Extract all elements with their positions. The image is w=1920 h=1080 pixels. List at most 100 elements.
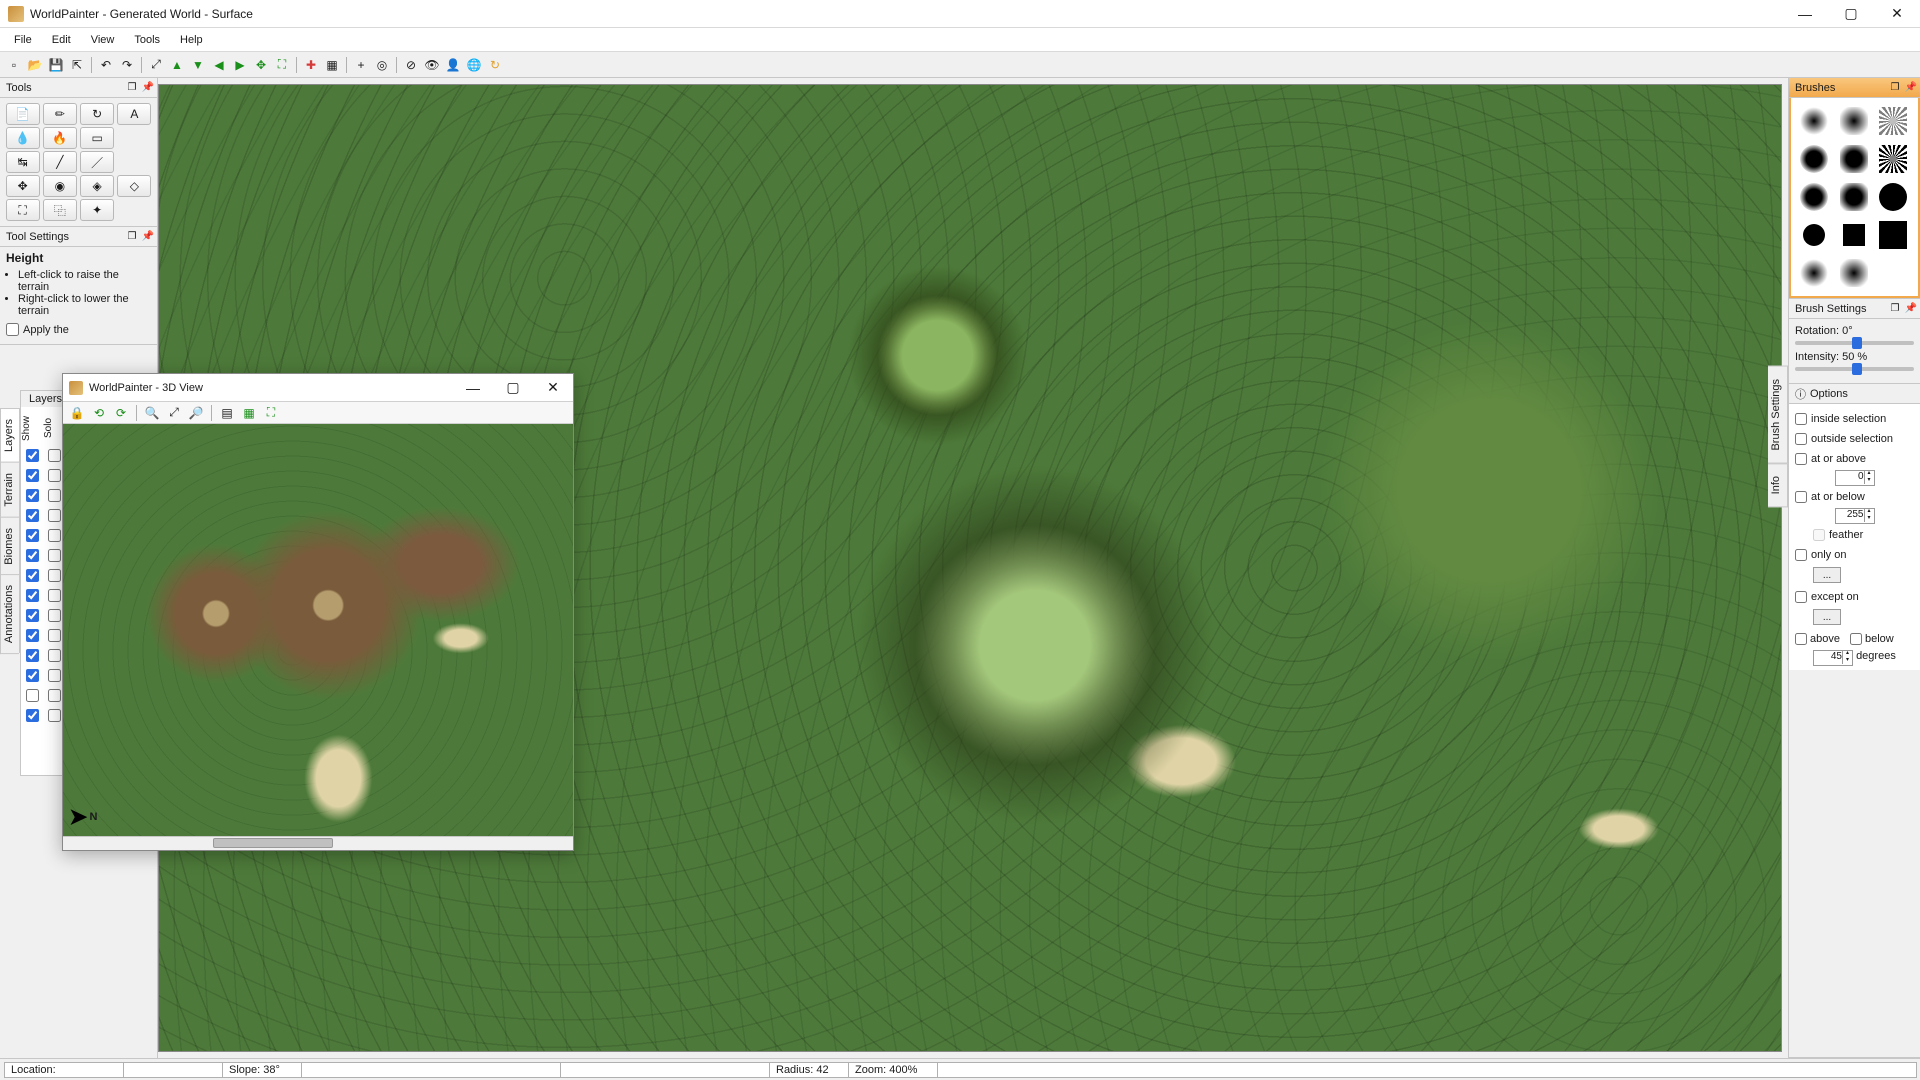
new-icon[interactable]: ▫	[4, 55, 24, 75]
opt-at-or-below[interactable]: at or below	[1795, 488, 1914, 506]
line2-tool[interactable]: ／	[80, 151, 114, 173]
layer-solo-checkbox[interactable]	[48, 489, 61, 502]
window-3d-view[interactable]: WorldPainter - 3D View — ▢ ✕ 🔒 ⟲ ⟳ 🔍 ⤢ 🔎…	[62, 373, 574, 851]
brush-noise-1[interactable]	[1876, 104, 1910, 138]
side-tab-layers[interactable]: Layers	[0, 408, 19, 463]
rotate-tool[interactable]: ↻	[80, 103, 114, 125]
layer-solo-checkbox[interactable]	[48, 589, 61, 602]
layer-show-checkbox[interactable]	[26, 609, 39, 622]
minimize-button[interactable]: —	[1782, 0, 1828, 27]
brush-large-square[interactable]	[1837, 256, 1871, 290]
side-tab-biomes[interactable]: Biomes	[0, 517, 19, 576]
intensity-slider[interactable]	[1795, 367, 1914, 371]
brush-hard-square[interactable]	[1837, 218, 1871, 252]
drop-tool[interactable]: 💧	[6, 127, 40, 149]
layer-solo-checkbox[interactable]	[48, 509, 61, 522]
menu-view[interactable]: View	[81, 31, 125, 49]
opt-below[interactable]: below	[1850, 633, 1894, 645]
zoom-out-icon[interactable]: 🔍	[142, 403, 162, 423]
brush-hard-square-2[interactable]	[1876, 218, 1910, 252]
pencil-tool[interactable]: ✏	[43, 103, 77, 125]
layer-show-checkbox[interactable]	[26, 669, 39, 682]
grid-icon[interactable]: ▦	[322, 55, 342, 75]
panel-restore-icon[interactable]: ❐	[1888, 80, 1902, 94]
arrow-down-icon[interactable]: ▼	[188, 55, 208, 75]
arrow-right-icon[interactable]: ▶	[230, 55, 250, 75]
panel-restore-icon[interactable]: ❐	[125, 229, 139, 243]
layer-solo-checkbox[interactable]	[48, 529, 61, 542]
canvas-3d[interactable]: ➤N	[63, 424, 573, 836]
side-tab-terrain[interactable]: Terrain	[0, 462, 19, 518]
brush-soft-square[interactable]	[1837, 104, 1871, 138]
layer-show-checkbox[interactable]	[26, 629, 39, 642]
globe-icon[interactable]: 🌐	[464, 55, 484, 75]
select-tool[interactable]: ⛶	[6, 199, 40, 221]
menu-help[interactable]: Help	[170, 31, 213, 49]
eye-off-icon[interactable]: ⊘	[401, 55, 421, 75]
grid-icon[interactable]: ▦	[239, 403, 259, 423]
move-tool[interactable]: ✥	[6, 175, 40, 197]
layer-show-checkbox[interactable]	[26, 689, 39, 702]
panel-pin-icon[interactable]: 📌	[1904, 80, 1918, 94]
layer-solo-checkbox[interactable]	[48, 609, 61, 622]
opt-degrees-input[interactable]: 45	[1813, 650, 1853, 666]
layer-show-checkbox[interactable]	[26, 469, 39, 482]
opt-inside-selection[interactable]: inside selection	[1795, 410, 1914, 428]
layer-show-checkbox[interactable]	[26, 649, 39, 662]
opt-at-above-input[interactable]: 0	[1835, 470, 1875, 486]
rect-tool[interactable]: ▭	[80, 127, 114, 149]
panel-restore-icon[interactable]: ❐	[1888, 301, 1902, 315]
layer-show-checkbox[interactable]	[26, 489, 39, 502]
opt-at-or-above[interactable]: at or above	[1795, 450, 1914, 468]
undo-icon[interactable]: ↶	[96, 55, 116, 75]
swap-tool[interactable]: ↹	[6, 151, 40, 173]
layer-solo-checkbox[interactable]	[48, 569, 61, 582]
layer-solo-checkbox[interactable]	[48, 469, 61, 482]
layer-solo-checkbox[interactable]	[48, 629, 61, 642]
brush-med-square[interactable]	[1837, 142, 1871, 176]
brush-med-square-2[interactable]	[1837, 180, 1871, 214]
layer-show-checkbox[interactable]	[26, 549, 39, 562]
maximize-button[interactable]: ▢	[493, 374, 533, 401]
maximize-button[interactable]: ▢	[1828, 0, 1874, 27]
open-icon[interactable]: 📂	[25, 55, 45, 75]
menu-edit[interactable]: Edit	[42, 31, 81, 49]
brush-hard-circle[interactable]	[1876, 180, 1910, 214]
scrollbar-horizontal[interactable]	[63, 836, 573, 850]
line-tool[interactable]: ╱	[43, 151, 77, 173]
layers-icon[interactable]: ▤	[217, 403, 237, 423]
brush-noise-2[interactable]	[1876, 142, 1910, 176]
rotation-slider[interactable]	[1795, 341, 1914, 345]
flame-tool[interactable]: 🔥	[43, 127, 77, 149]
side-tab-brush-settings[interactable]: Brush Settings	[1768, 366, 1788, 464]
brush-med-circle-2[interactable]	[1797, 180, 1831, 214]
sparkle-tool[interactable]: ✦	[80, 199, 114, 221]
layer-show-checkbox[interactable]	[26, 509, 39, 522]
minimize-button[interactable]: —	[453, 374, 493, 401]
brush-soft-circle[interactable]	[1797, 104, 1831, 138]
close-button[interactable]: ✕	[533, 374, 573, 401]
layer-show-checkbox[interactable]	[26, 449, 39, 462]
window-3d-titlebar[interactable]: WorldPainter - 3D View — ▢ ✕	[63, 374, 573, 402]
menu-file[interactable]: File	[4, 31, 42, 49]
arrow-up-icon[interactable]: ▲	[167, 55, 187, 75]
side-tab-info[interactable]: Info	[1768, 463, 1788, 507]
layer-solo-checkbox[interactable]	[48, 449, 61, 462]
move-all-icon[interactable]: ✥	[251, 55, 271, 75]
opt-above[interactable]: above	[1795, 633, 1840, 645]
target-icon[interactable]: ◎	[372, 55, 392, 75]
panel-pin-icon[interactable]: 📌	[141, 229, 155, 243]
eye-icon[interactable]: 👁	[422, 55, 442, 75]
lock-icon[interactable]: 🔒	[67, 403, 87, 423]
panel-restore-icon[interactable]: ❐	[125, 80, 139, 94]
opt-at-below-input[interactable]: 255	[1835, 508, 1875, 524]
brush-hard-circle-2[interactable]	[1797, 218, 1831, 252]
opt-except-on-picker[interactable]: ...	[1813, 609, 1841, 625]
opt-only-on[interactable]: only on	[1795, 546, 1914, 564]
save-icon[interactable]: 💾	[46, 55, 66, 75]
zoom-reset-icon[interactable]: ⤢	[164, 403, 184, 423]
layer-solo-checkbox[interactable]	[48, 649, 61, 662]
brush-med-circle[interactable]	[1797, 142, 1831, 176]
layer-show-checkbox[interactable]	[26, 709, 39, 722]
layer-show-checkbox[interactable]	[26, 569, 39, 582]
